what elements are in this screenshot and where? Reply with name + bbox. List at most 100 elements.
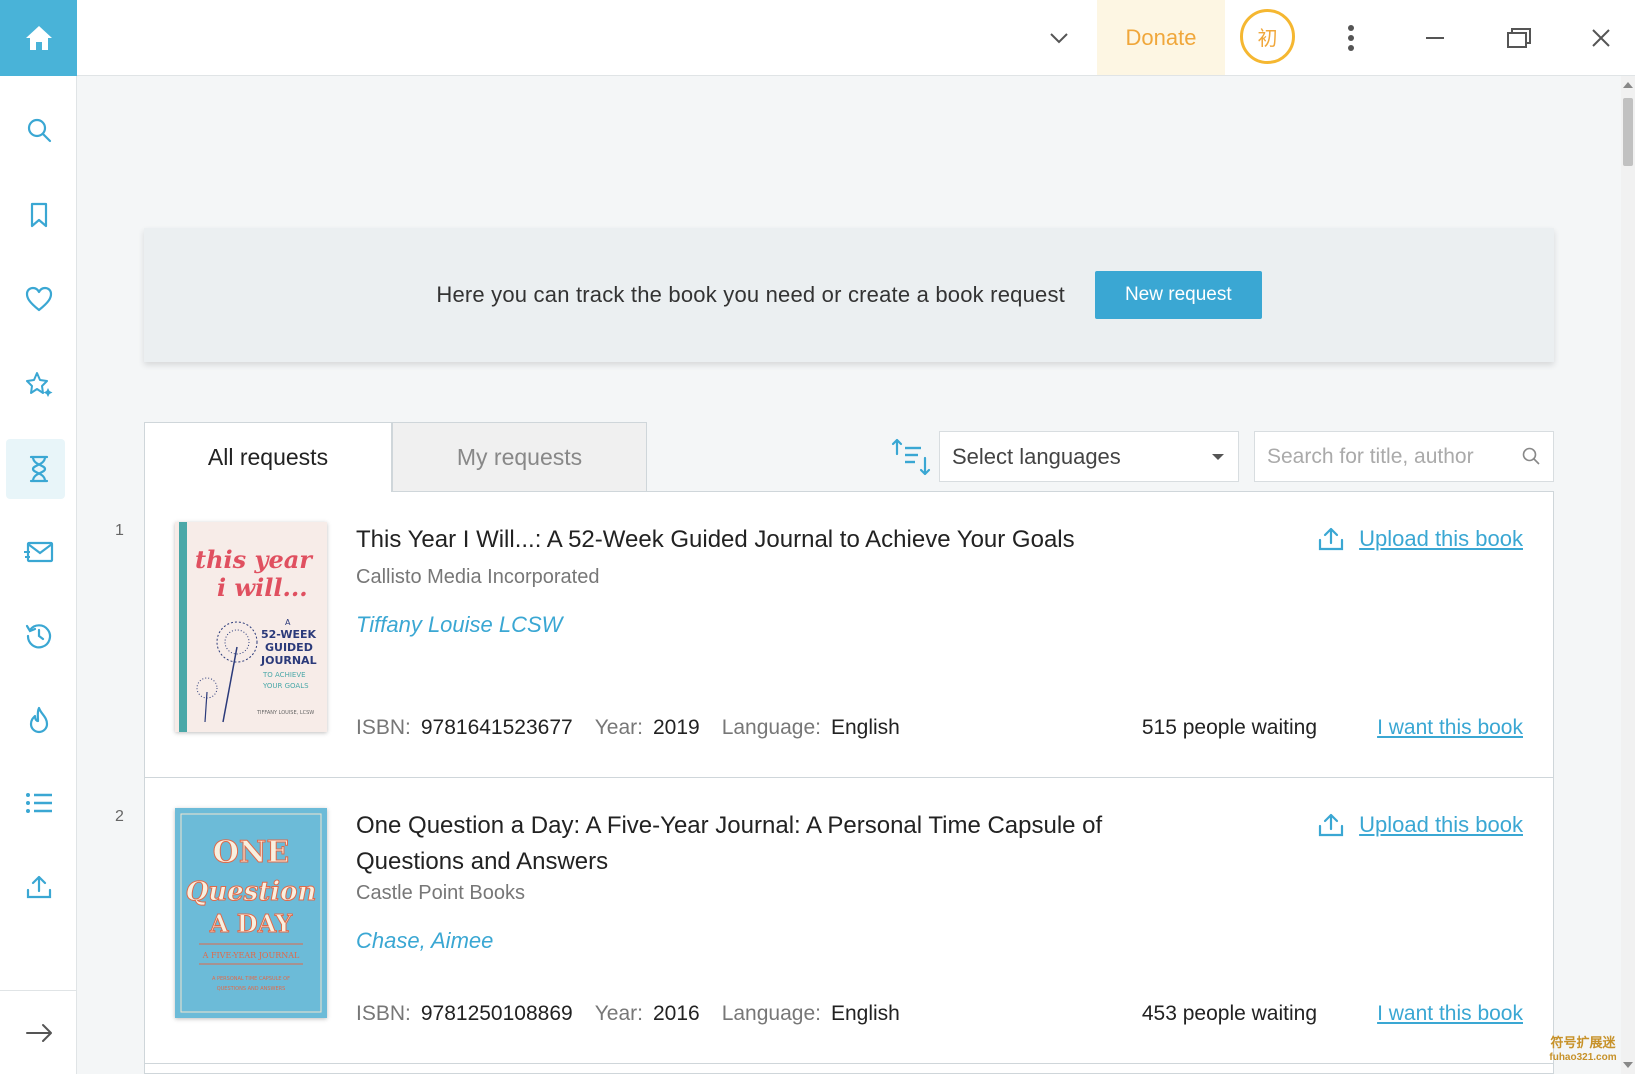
sidebar-item-popular[interactable] — [0, 690, 77, 750]
list-item: 2 ONE Question A DAY A FIVE-YEAR JOURNAL… — [115, 778, 1553, 1064]
search-icon[interactable] — [1521, 446, 1541, 466]
heart-icon — [25, 286, 52, 312]
watermark-line2: fuhao321.com — [1549, 1052, 1617, 1063]
svg-text:Question: Question — [186, 877, 317, 907]
language-label: Language: — [721, 716, 821, 739]
chevron-down-icon — [1050, 33, 1068, 44]
language-label: Language: — [721, 1002, 821, 1025]
year-label: Year: — [594, 1002, 643, 1025]
svg-text:this year: this year — [195, 545, 314, 574]
more-options-button[interactable] — [1329, 16, 1373, 60]
avatar[interactable]: 初 — [1240, 9, 1295, 64]
upload-book-link[interactable]: Upload this book — [1317, 812, 1523, 838]
svg-text:A FIVE-YEAR JOURNAL: A FIVE-YEAR JOURNAL — [202, 951, 300, 960]
sidebar-item-requests[interactable] — [0, 439, 77, 499]
row-number: 1 — [115, 522, 124, 539]
banner-text: Here you can track the book you need or … — [436, 282, 1065, 307]
language-select-placeholder: Select languages — [952, 443, 1121, 469]
book-meta: ISBN: 9781250108869 Year: 2016 Language:… — [356, 1002, 912, 1026]
tab-all-requests[interactable]: All requests — [144, 422, 392, 492]
isbn-label: ISBN: — [356, 716, 411, 739]
sidebar-collapse-button[interactable] — [0, 1003, 77, 1063]
svg-text:52-WEEK: 52-WEEK — [261, 628, 317, 641]
dropdown-toggle[interactable] — [1039, 18, 1079, 58]
flame-icon — [29, 706, 48, 734]
want-book-link[interactable]: I want this book — [1377, 1002, 1523, 1026]
sidebar-item-bookmarks[interactable] — [0, 185, 77, 245]
sidebar-divider — [0, 990, 77, 991]
book-author[interactable]: Chase, Aimee — [356, 928, 493, 954]
top-bar: Donate 初 — [77, 0, 1635, 76]
book-cover-art: this year i will... A 52-WEEK GUIDED JOU… — [175, 522, 327, 732]
request-list: 1 this year i will... A 52-WEEK GUIDED J… — [115, 491, 1554, 1074]
watermark-line1: 符号扩展迷 — [1550, 1035, 1616, 1050]
history-icon — [25, 624, 51, 649]
sidebar-item-history[interactable] — [0, 606, 77, 666]
restore-window-icon — [1507, 28, 1531, 48]
donate-button[interactable]: Donate — [1097, 0, 1225, 75]
year-value: 2016 — [652, 1002, 700, 1025]
book-cover[interactable]: this year i will... A 52-WEEK GUIDED JOU… — [175, 522, 327, 732]
hourglass-icon — [29, 455, 48, 483]
book-cover-art: ONE Question A DAY A FIVE-YEAR JOURNAL A… — [175, 808, 327, 1018]
search-input[interactable] — [1267, 432, 1507, 481]
sidebar-item-search[interactable] — [0, 100, 77, 160]
book-cover[interactable]: ONE Question A DAY A FIVE-YEAR JOURNAL A… — [175, 808, 327, 1018]
isbn-value: 9781250108869 — [420, 1002, 573, 1025]
language-select[interactable]: Select languages — [939, 431, 1239, 482]
tab-my-requests[interactable]: My requests — [392, 422, 647, 492]
close-button[interactable] — [1579, 16, 1623, 60]
svg-text:GUIDED: GUIDED — [265, 641, 313, 654]
minimize-button[interactable] — [1413, 16, 1457, 60]
want-book-link[interactable]: I want this book — [1377, 716, 1523, 740]
search-box — [1254, 431, 1554, 482]
svg-text:ONE: ONE — [213, 835, 289, 870]
more-vertical-icon — [1348, 25, 1354, 51]
upload-icon — [1319, 813, 1344, 837]
mail-icon — [23, 541, 53, 563]
book-publisher: Castle Point Books — [356, 882, 525, 904]
book-meta: ISBN: 9781641523677 Year: 2019 Language:… — [356, 716, 912, 740]
arrow-right-icon — [25, 1024, 52, 1042]
home-button[interactable] — [0, 0, 77, 76]
sidebar-item-lists[interactable] — [0, 773, 77, 833]
row-number: 2 — [115, 808, 124, 825]
caret-down-icon — [1212, 454, 1224, 460]
list-item: 1 this year i will... A 52-WEEK GUIDED J… — [115, 492, 1553, 778]
year-value: 2019 — [652, 716, 700, 739]
svg-text:QUESTIONS AND ANSWERS: QUESTIONS AND ANSWERS — [217, 986, 286, 992]
scroll-thumb[interactable] — [1623, 98, 1633, 166]
scroll-up-arrow[interactable] — [1623, 82, 1633, 88]
upload-book-link[interactable]: Upload this book — [1317, 526, 1523, 552]
svg-text:A DAY: A DAY — [209, 909, 293, 938]
sidebar-item-recommended[interactable] — [0, 354, 77, 414]
upload-book-label: Upload this book — [1359, 526, 1523, 551]
isbn-label: ISBN: — [356, 1002, 411, 1025]
svg-text:TIFFANY LOUISE, LCSW: TIFFANY LOUISE, LCSW — [256, 710, 314, 716]
language-value: English — [830, 716, 900, 739]
svg-text:YOUR GOALS: YOUR GOALS — [262, 682, 309, 690]
upload-icon — [26, 875, 51, 899]
isbn-value: 9781641523677 — [420, 716, 573, 739]
waiting-count: 515 people waiting — [1141, 716, 1317, 739]
minimize-icon — [1426, 37, 1444, 39]
sidebar-item-upload[interactable] — [0, 857, 77, 917]
waiting-count: 453 people waiting — [1141, 1002, 1317, 1025]
sidebar — [0, 0, 77, 1074]
book-title[interactable]: This Year I Will...: A 52-Week Guided Jo… — [356, 522, 1216, 558]
svg-text:i will...: i will... — [217, 573, 308, 602]
book-author[interactable]: Tiffany Louise LCSW — [356, 612, 562, 638]
svg-text:TO ACHIEVE: TO ACHIEVE — [262, 671, 306, 679]
request-banner: Here you can track the book you need or … — [144, 228, 1554, 362]
sidebar-item-favorites[interactable] — [0, 269, 77, 329]
scrollbar[interactable] — [1621, 76, 1635, 1074]
book-title[interactable]: One Question a Day: A Five-Year Journal:… — [356, 808, 1216, 880]
upload-icon — [1319, 527, 1344, 551]
upload-book-label: Upload this book — [1359, 812, 1523, 837]
watermark: 符号扩展迷 fuhao321.com — [1533, 1035, 1633, 1065]
sort-button[interactable] — [890, 436, 932, 478]
language-value: English — [830, 1002, 900, 1025]
new-request-button[interactable]: New request — [1094, 271, 1262, 319]
sidebar-item-messages[interactable] — [0, 522, 77, 582]
restore-button[interactable] — [1497, 16, 1541, 60]
